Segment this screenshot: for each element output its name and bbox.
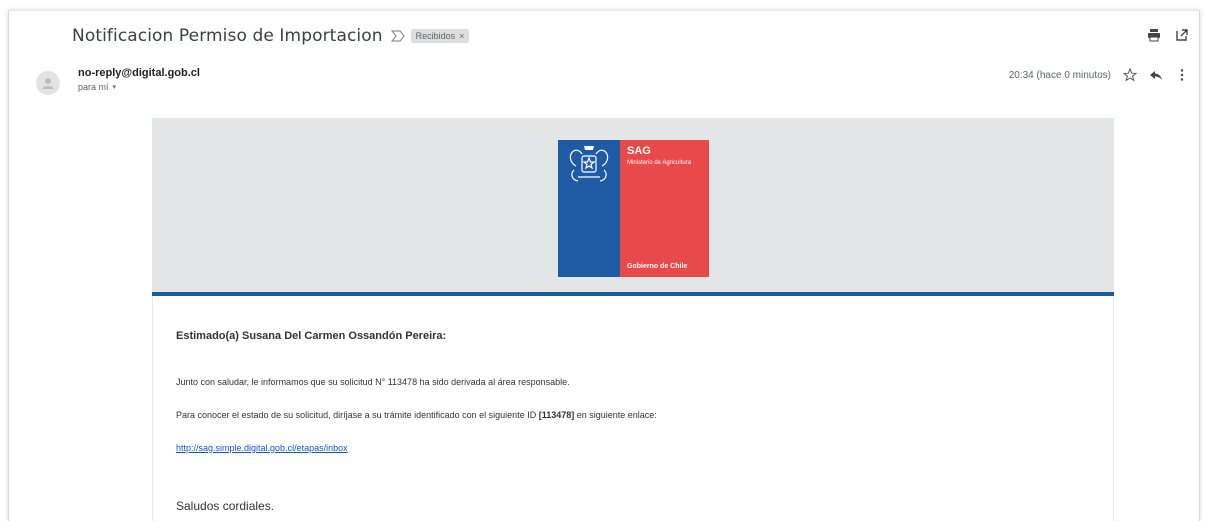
top-actions [1147,28,1189,42]
label-chip-inbox[interactable]: Recibidos × [410,29,470,43]
logo-blue-panel [558,140,620,277]
open-new-window-icon[interactable] [1175,28,1189,42]
email-paragraph-1: Junto con saludar, le informamos que su … [176,377,570,387]
print-icon[interactable] [1147,28,1161,42]
chevron-down-icon[interactable]: ▾ [113,83,117,91]
email-greeting: Estimado(a) Susana Del Carmen Ossandón P… [176,330,447,342]
paragraph-2-suffix: en siguiente enlace: [574,410,657,420]
email-subject: Notificacion Permiso de Importacion [72,26,383,46]
star-icon[interactable] [1122,67,1138,82]
email-paragraph-2: Para conocer el estado de su solicitud, … [176,410,657,420]
reply-icon[interactable] [1149,68,1163,82]
label-chip-text: Recibidos [415,31,456,41]
importance-marker-icon[interactable] [390,30,405,42]
message-timestamp: 20:34 (hace 0 minutos) [1008,69,1111,81]
sender-address[interactable]: no-reply@digital.gob.cl [78,67,200,79]
logo-red-panel: SAG Ministerio de Agricultura Gobierno d… [620,140,709,277]
recipient-line[interactable]: para mí ▾ [78,82,200,92]
sag-logo: SAG Ministerio de Agricultura Gobierno d… [558,140,709,277]
request-id: [113478] [538,410,575,420]
sender-block: no-reply@digital.gob.cl para mí ▾ [78,67,200,92]
more-vert-icon[interactable] [1175,68,1189,82]
logo-government: Gobierno de Chile [627,263,688,270]
email-closing: Saludos cordiales. [176,499,275,513]
coat-of-arms-icon [569,146,609,182]
label-remove-icon[interactable]: × [459,31,464,41]
logo-ministry: Ministerio de Agricultura [627,160,692,166]
sender-avatar[interactable] [36,71,60,95]
logo-title: SAG [627,145,651,157]
paragraph-2-prefix: Para conocer el estado de su solicitud, … [176,410,539,420]
inbox-link[interactable]: http://sag.simple.digital.gob.cl/etapas/… [176,443,348,453]
subject-row: Notificacion Permiso de Importacion Reci… [72,26,470,46]
recipient-text: para mí [78,82,109,92]
message-meta: 20:34 (hace 0 minutos) [1008,67,1189,82]
